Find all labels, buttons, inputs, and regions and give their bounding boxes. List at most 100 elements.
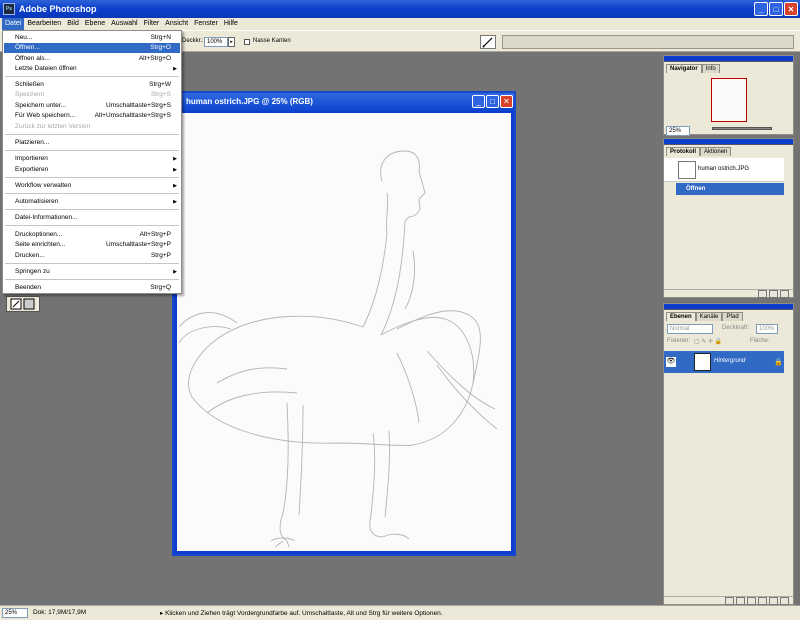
menu-separator [5, 225, 179, 226]
file-menu-dropdown: Neu... Strg+N Öffnen... Strg+O Öffnen als.… [2, 30, 182, 294]
history-step-open[interactable]: Öffnen [676, 183, 784, 195]
status-hint: ▸ Klicken und Ziehen trägt Vordergrundfa… [160, 610, 443, 617]
menu-fenster[interactable]: Fenster [191, 18, 221, 30]
opacity-input[interactable]: 100% [204, 37, 228, 47]
menu-hilfe[interactable]: Hilfe [221, 18, 241, 30]
menu-ebene[interactable]: Ebene [82, 18, 108, 30]
menu-item-druckoptionen[interactable]: Druckoptionen... Alt+Strg+P [4, 230, 180, 240]
status-doc-info[interactable]: Dok: 17,9M/17,9M [33, 609, 86, 616]
layer-row-hintergrund[interactable]: 👁 Hintergrund 🔒 [664, 351, 784, 373]
menu-item-automatisieren[interactable]: Automatisieren ▶ [4, 197, 180, 207]
menu-separator [5, 279, 179, 280]
status-hint-text: Klicken und Ziehen trägt Vordergrundfarb… [165, 610, 443, 617]
layers-palette: Ebenen Kanäle Pfad Normal Deckkraft: 100% … [663, 303, 794, 605]
brush-palette-icon[interactable] [480, 35, 496, 49]
navigator-palette: Navigator Info 25% [663, 55, 794, 136]
new-snapshot-icon[interactable] [769, 290, 779, 298]
adjustment-layer-icon[interactable] [758, 597, 768, 605]
submenu-arrow-icon: ▶ [173, 156, 177, 162]
tab-protokoll[interactable]: Protokoll [666, 147, 701, 156]
app-title-bar: Ps Adobe Photoshop _ □ ✕ [0, 0, 800, 18]
menu-item-exportieren[interactable]: Exportieren ▶ [4, 165, 180, 175]
snapshot-name: human ostrich.JPG [698, 166, 750, 172]
fill-label: Fläche: [750, 338, 770, 344]
opacity-arrow-icon[interactable]: ▸ [228, 37, 235, 47]
tab-info[interactable]: Info [701, 64, 720, 73]
navigator-thumbnail[interactable] [711, 78, 747, 122]
navigator-tabs: Navigator Info [664, 62, 793, 73]
menu-ansicht[interactable]: Ansicht [162, 18, 191, 30]
menu-auswahl[interactable]: Auswahl [108, 18, 140, 30]
submenu-arrow-icon: ▶ [173, 183, 177, 189]
lock-icon: 🔒 [774, 359, 783, 366]
menu-item-speichern-unter[interactable]: Speichern unter... Umschalttaste+Strg+S [4, 101, 180, 111]
trash-icon[interactable] [780, 290, 789, 298]
menu-item-datei-informationen[interactable]: Datei-Informationen... [4, 213, 180, 223]
layer-mask-icon[interactable] [736, 597, 746, 605]
status-zoom-input[interactable]: 25% [2, 608, 28, 618]
menu-datei[interactable]: Datei [2, 18, 25, 30]
menu-separator [5, 134, 179, 135]
status-bar: 25% Dok: 17,9M/17,9M ▸ Klicken und Ziehe… [0, 605, 800, 620]
doc-close-button[interactable]: ✕ [500, 95, 513, 108]
menu-item-oeffnen-als[interactable]: Öffnen als... Alt+Strg+O [4, 54, 180, 64]
document-canvas[interactable] [177, 113, 511, 551]
menu-separator [5, 209, 179, 210]
maximize-button[interactable]: □ [769, 2, 783, 16]
screen-mode-button[interactable] [6, 296, 40, 312]
lock-label: Fixieren: [667, 338, 691, 344]
doc-maximize-button[interactable]: □ [486, 95, 499, 108]
menu-bearbeiten[interactable]: Bearbeiten [24, 18, 64, 30]
navigator-zoom-input[interactable]: 25% [666, 126, 690, 136]
document-window[interactable]: human ostrich.JPG @ 25% (RGB) _ □ ✕ [172, 91, 516, 556]
document-title-bar: human ostrich.JPG @ 25% (RGB) [174, 93, 514, 111]
layer-opacity-input[interactable]: 100% [756, 324, 778, 334]
layers-tabs: Ebenen Kanäle Pfad [664, 310, 793, 321]
tab-navigator[interactable]: Navigator [666, 64, 702, 73]
menu-item-schliessen[interactable]: Schließen Strg+W [4, 80, 180, 90]
app-title: Adobe Photoshop [19, 4, 97, 14]
menu-item-drucken[interactable]: Drucken... Strg+P [4, 251, 180, 261]
submenu-arrow-icon: ▶ [173, 167, 177, 173]
history-snapshot-row[interactable]: human ostrich.JPG [664, 158, 784, 182]
menu-item-workflow[interactable]: Workflow verwalten ▶ [4, 181, 180, 191]
eye-icon[interactable]: 👁 [666, 357, 676, 367]
tab-pfad[interactable]: Pfad [722, 312, 743, 321]
layers-footer [664, 596, 793, 605]
navigator-zoom-slider[interactable] [712, 127, 772, 130]
blend-mode-select[interactable]: Normal [667, 324, 713, 334]
minimize-button[interactable]: _ [754, 2, 768, 16]
tab-aktionen[interactable]: Aktionen [700, 147, 732, 156]
menu-separator [5, 177, 179, 178]
tab-kanaele[interactable]: Kanäle [695, 312, 723, 321]
layer-name: Hintergrund [714, 358, 746, 364]
menu-item-neu[interactable]: Neu... Strg+N [4, 33, 180, 43]
photoshop-app-icon: Ps [3, 3, 15, 15]
ostrich-sketch-image [178, 150, 498, 548]
submenu-arrow-icon: ▶ [173, 269, 177, 275]
layer-style-icon[interactable] [725, 597, 735, 605]
menu-item-platzieren[interactable]: Platzieren... [4, 138, 180, 148]
menu-item-beenden[interactable]: Beenden Strg+Q [4, 283, 180, 293]
layer-thumbnail [694, 353, 711, 371]
menu-item-importieren[interactable]: Importieren ▶ [4, 154, 180, 164]
doc-minimize-button[interactable]: _ [472, 95, 485, 108]
wet-edges-checkbox[interactable] [244, 39, 250, 45]
history-tabs: Protokoll Aktionen [664, 145, 793, 156]
menu-item-letzte-dateien[interactable]: Letzte Dateien öffnen ▶ [4, 64, 180, 74]
menu-item-fuer-web-speichern[interactable]: Für Web speichern... Alt+Umschalttaste+St… [4, 111, 180, 121]
menu-filter[interactable]: Filter [141, 18, 163, 30]
lock-icons[interactable]: ▢ ✎ ✛ 🔒 [694, 338, 722, 345]
submenu-arrow-icon: ▶ [173, 199, 177, 205]
trash-icon[interactable] [780, 597, 789, 605]
menu-item-oeffnen[interactable]: Öffnen... Strg+O [4, 43, 180, 53]
new-set-icon[interactable] [747, 597, 757, 605]
new-layer-icon[interactable] [769, 597, 779, 605]
document-title: human ostrich.JPG @ 25% (RGB) [186, 97, 313, 106]
menu-item-springen-zu[interactable]: Springen zu ▶ [4, 267, 180, 277]
close-button[interactable]: ✕ [784, 2, 798, 16]
tab-ebenen[interactable]: Ebenen [666, 312, 696, 321]
menu-item-seite-einrichten[interactable]: Seite einrichten... Umschalttaste+Strg+P [4, 240, 180, 250]
menu-bild[interactable]: Bild [64, 18, 82, 30]
new-document-icon[interactable] [758, 290, 768, 298]
